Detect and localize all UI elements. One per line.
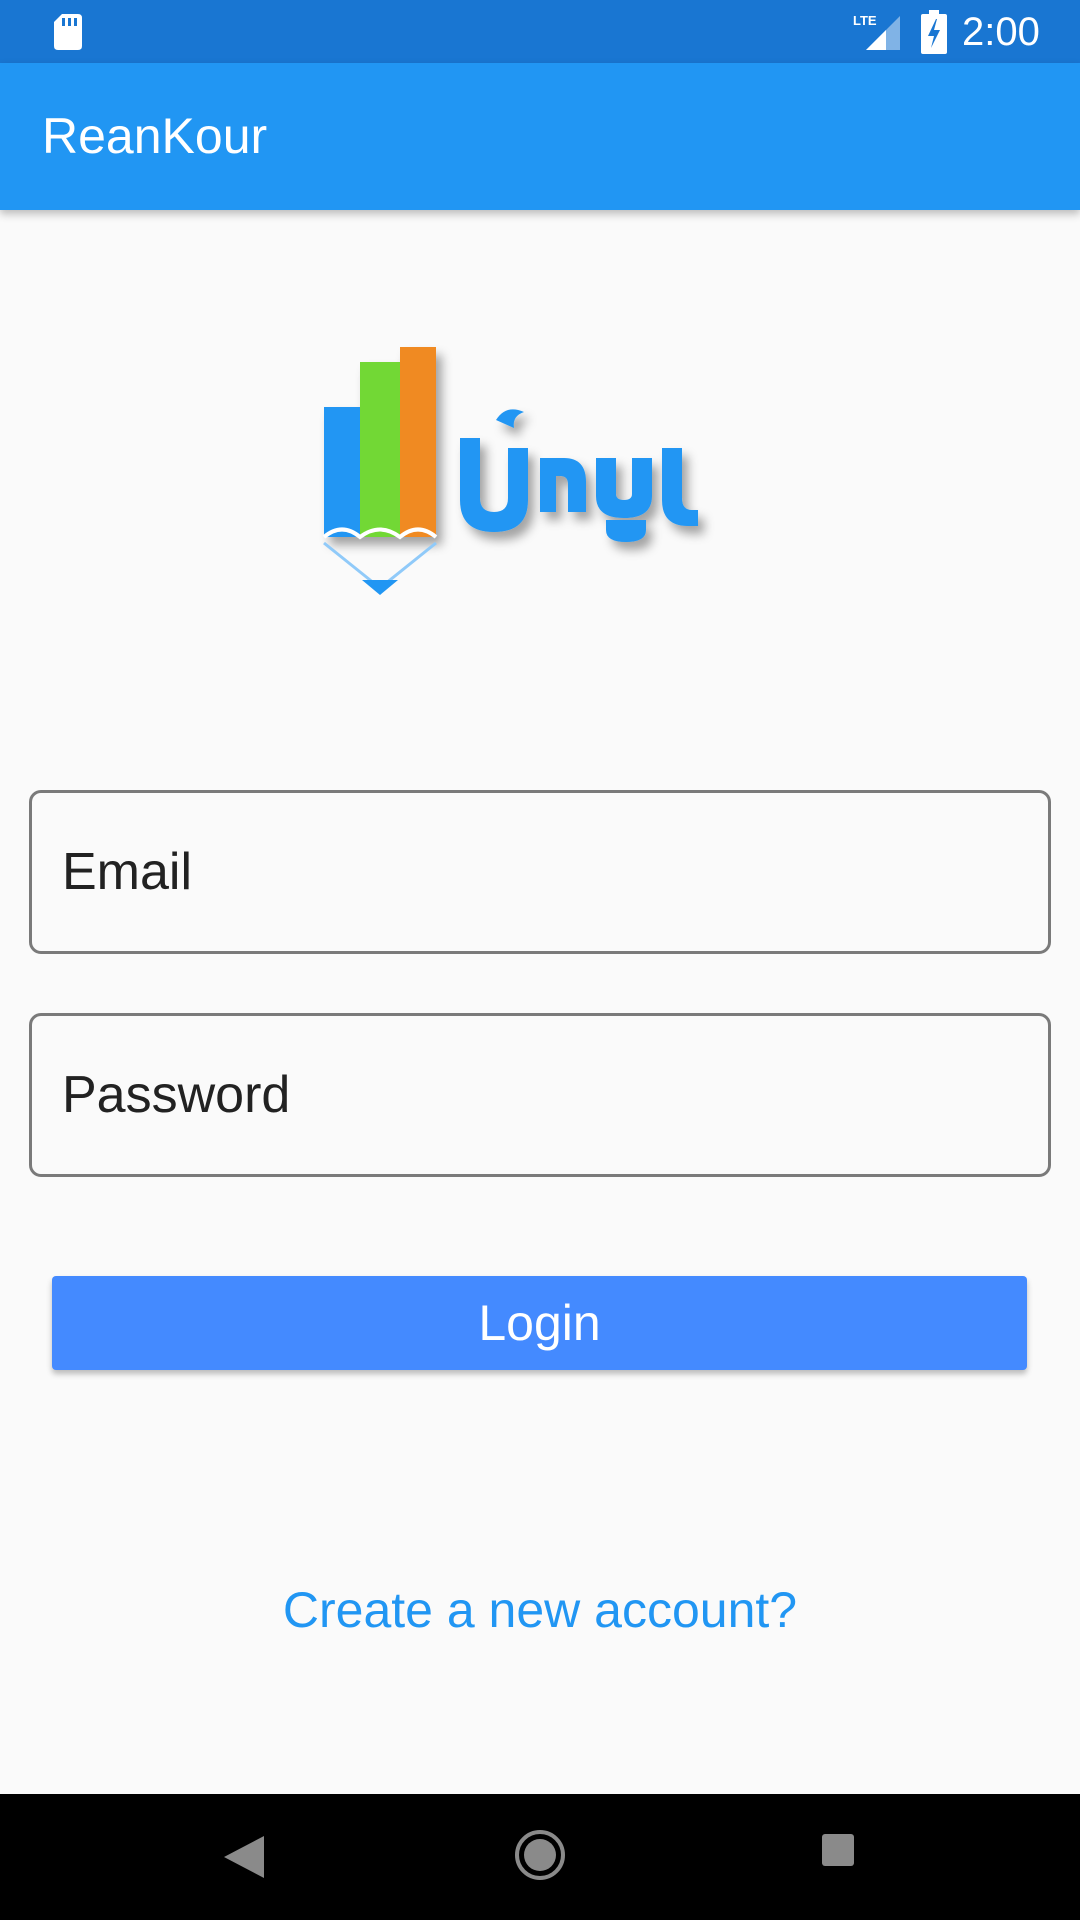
svg-text:LTE: LTE — [853, 13, 877, 28]
create-account-link[interactable]: Create a new account? — [0, 1578, 1080, 1642]
sd-card-icon — [54, 14, 82, 50]
navigation-bar — [0, 1794, 1080, 1920]
email-input[interactable] — [32, 793, 1048, 951]
status-time: 2:00 — [962, 10, 1040, 54]
password-field[interactable] — [29, 1013, 1051, 1177]
app-bar: ReanKour — [0, 63, 1080, 210]
lte-signal-icon: LTE — [853, 13, 900, 50]
email-field[interactable] — [29, 790, 1051, 954]
back-icon[interactable] — [220, 1832, 266, 1882]
password-input[interactable] — [32, 1016, 1048, 1174]
reankour-logo — [322, 347, 698, 595]
app-title: ReanKour — [42, 108, 268, 164]
home-icon[interactable] — [513, 1828, 567, 1882]
battery-charging-icon — [921, 10, 947, 54]
recents-icon[interactable] — [820, 1832, 856, 1868]
status-bar: LTE 2:00 — [0, 0, 1080, 63]
login-button[interactable]: Login — [52, 1276, 1027, 1370]
